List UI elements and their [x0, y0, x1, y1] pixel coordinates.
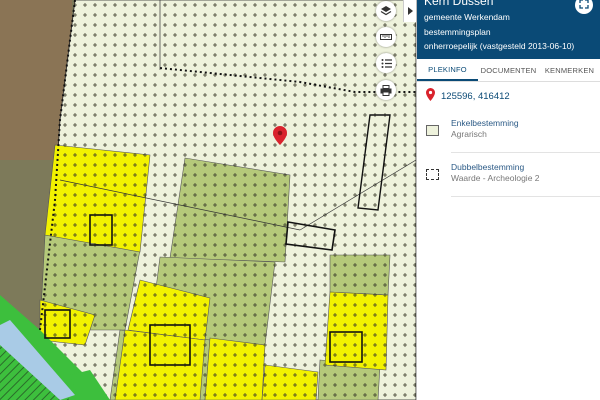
info-panel: Kern Dussen gemeente Werkendam bestemmin… [416, 0, 600, 400]
tab-kenmerken[interactable]: KENMERKEN [539, 59, 600, 81]
tab-plekinfo[interactable]: PLEKINFO [417, 59, 478, 81]
location-name: Kern Dussen [424, 0, 494, 8]
print-button[interactable] [376, 80, 396, 100]
map-view[interactable] [0, 0, 416, 400]
municipality: gemeente Werkendam [424, 12, 510, 22]
entry-value: Agrarisch [451, 129, 487, 139]
measure-button[interactable] [376, 27, 396, 47]
coordinate-row: 125596, 416412 [417, 82, 600, 110]
plan-status: onherroepelijk (vastgesteld 2013-06-10) [424, 41, 575, 51]
legend-button[interactable] [376, 53, 396, 73]
panel-header: Kern Dussen gemeente Werkendam bestemmin… [417, 0, 600, 59]
layers-icon [380, 5, 392, 17]
collapse-panel-button[interactable] [403, 0, 417, 22]
layers-button[interactable] [376, 1, 396, 21]
ruler-icon [380, 33, 392, 41]
entry-value: Waarde - Archeologie 2 [451, 173, 540, 183]
tab-documenten[interactable]: DOCUMENTEN [478, 59, 539, 81]
chevron-right-icon [408, 2, 413, 20]
agrarisch-swatch-icon [426, 125, 439, 136]
coordinates: 125596, 416412 [441, 90, 510, 102]
panel-tabs: PLEKINFO DOCUMENTEN KENMERKEN [417, 59, 600, 82]
entry-title: Enkelbestemming [451, 118, 519, 128]
expand-icon [579, 0, 589, 14]
printer-icon [380, 84, 392, 96]
plan-type: bestemmingsplan [424, 27, 491, 37]
divider [451, 196, 600, 197]
archeologie-swatch-icon [426, 169, 439, 180]
entry-title: Dubbelbestemming [451, 162, 525, 172]
divider [451, 152, 600, 153]
expand-button[interactable] [575, 0, 593, 14]
map-pin-icon [426, 88, 435, 104]
list-icon [381, 58, 392, 69]
